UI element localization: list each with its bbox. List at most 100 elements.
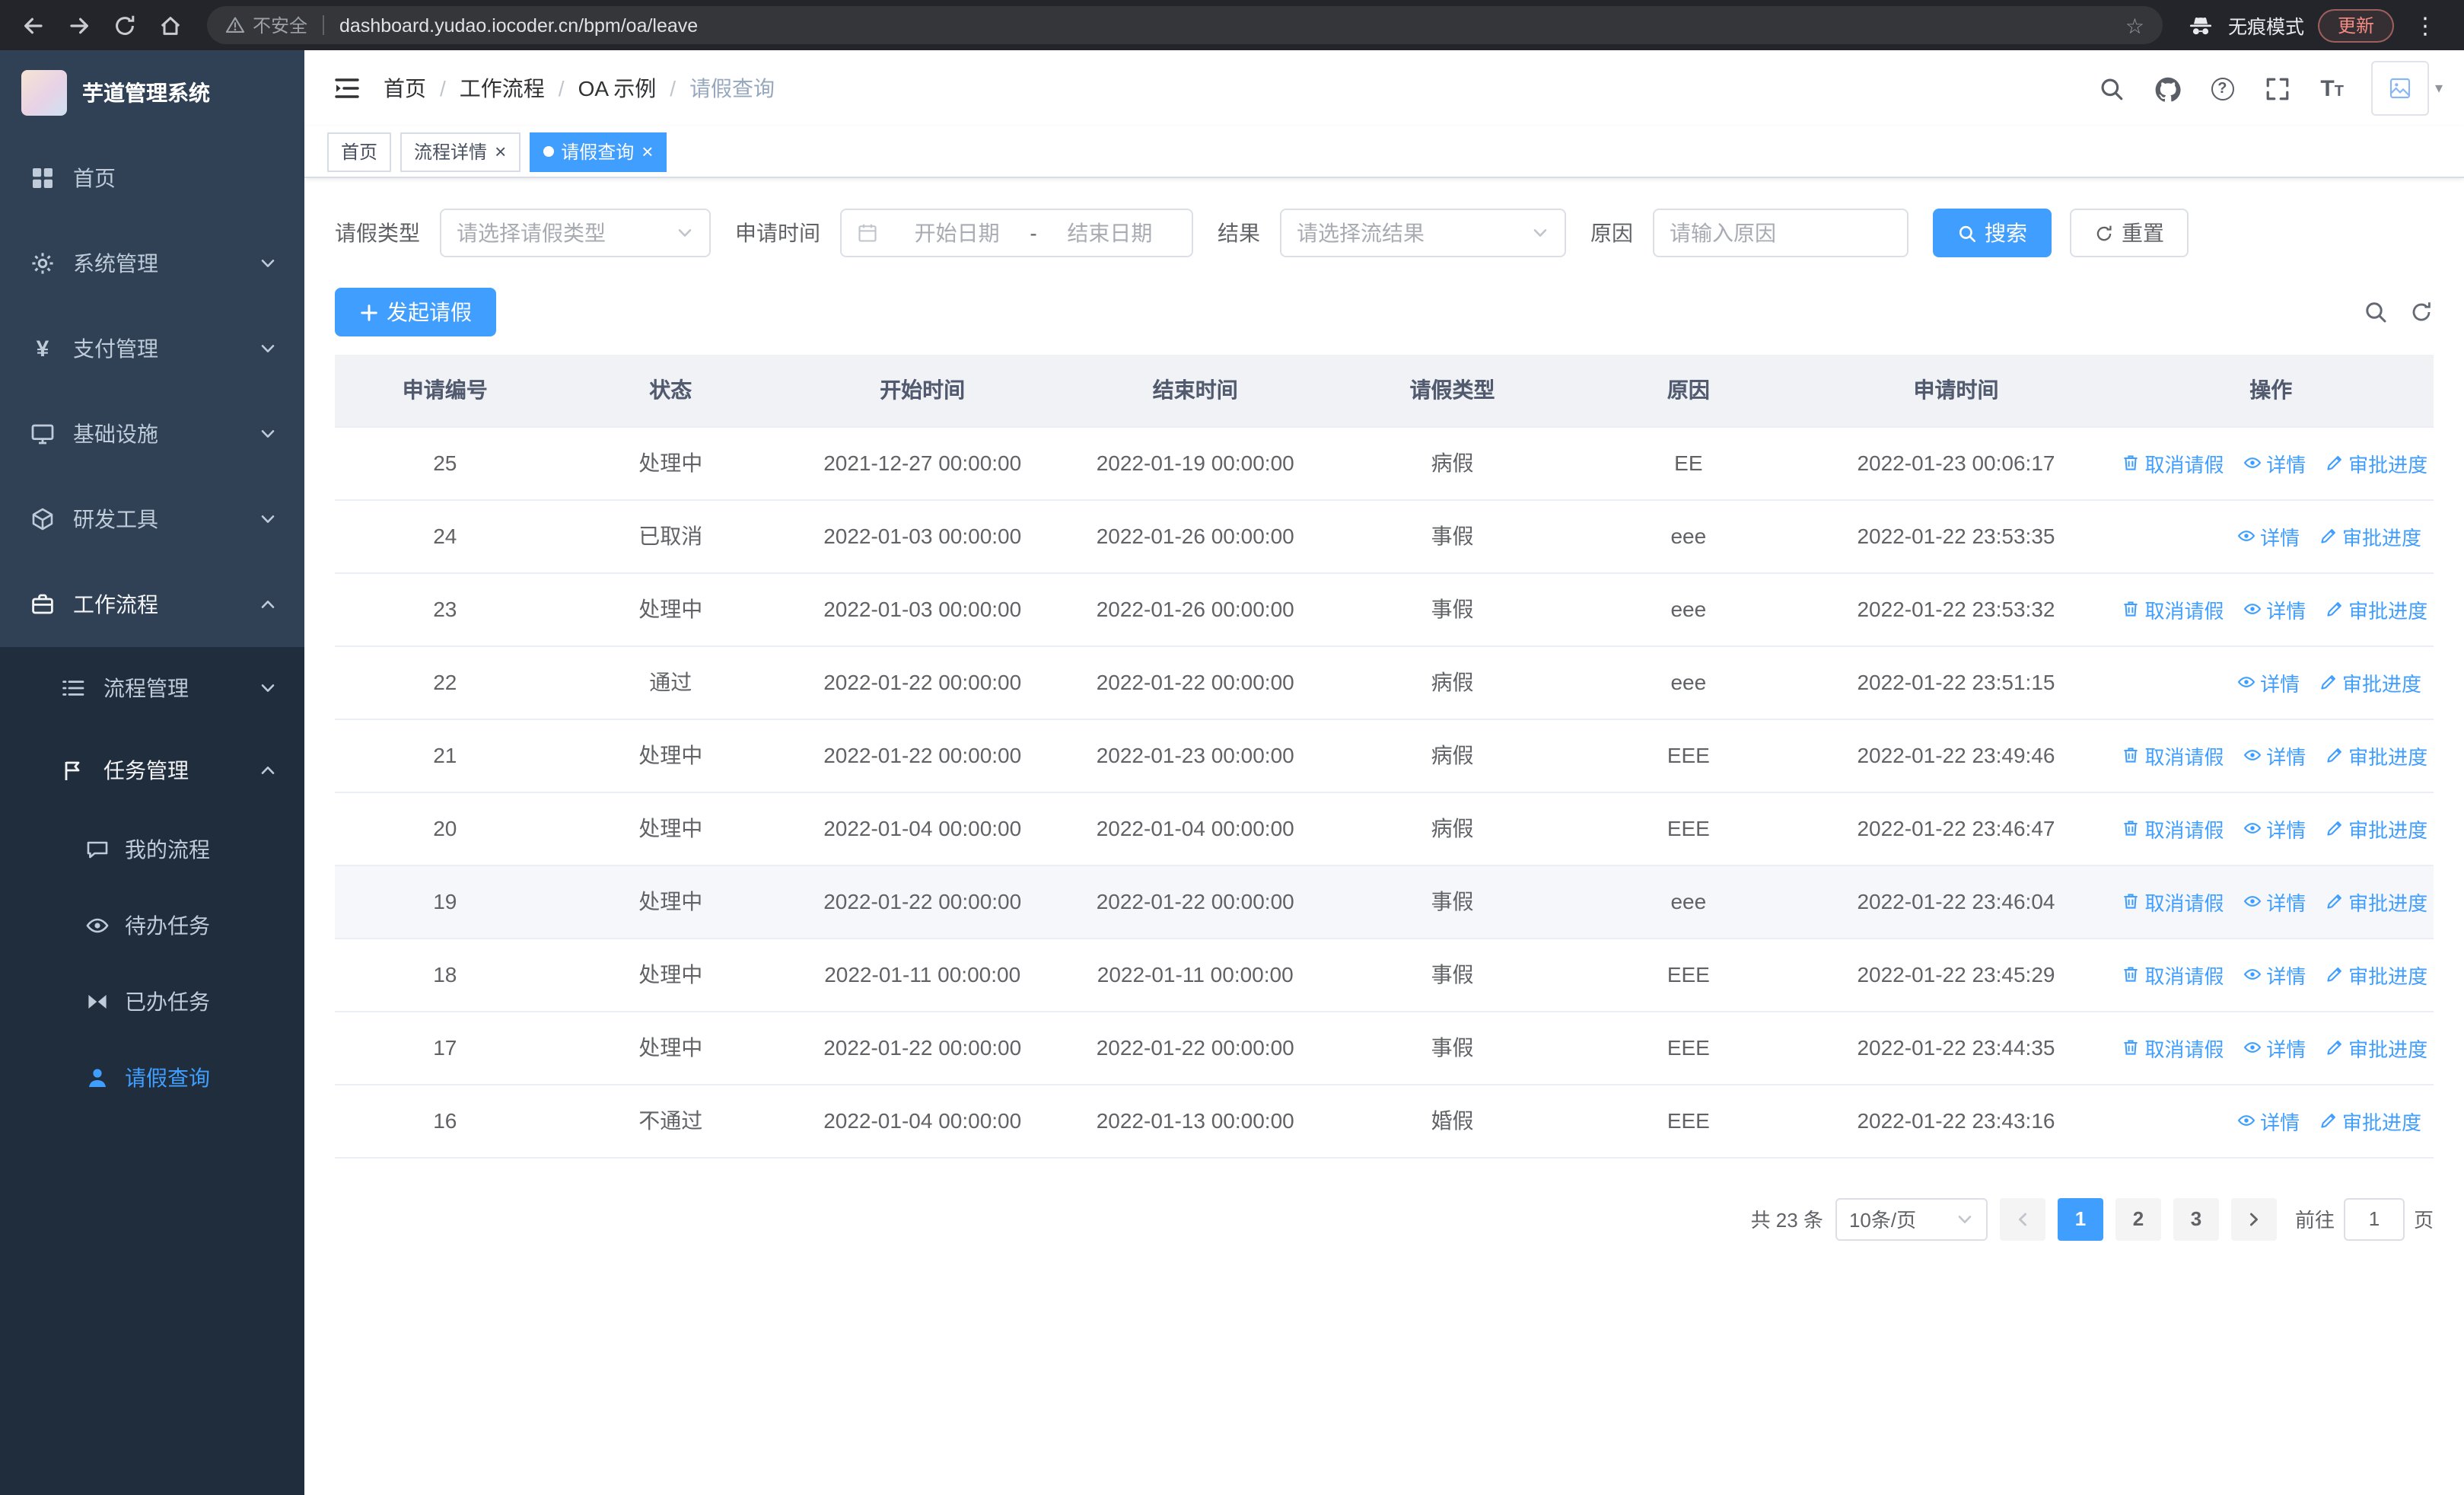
approval-progress-link[interactable]: 审批进度 [2326, 741, 2427, 770]
result-select[interactable]: 请选择流结果 [1280, 209, 1566, 257]
security-warning[interactable]: 不安全 [225, 12, 307, 38]
fullscreen-icon[interactable] [2249, 50, 2305, 126]
tab-home[interactable]: 首页 [327, 132, 392, 171]
avatar-caret-icon[interactable]: ▾ [2435, 80, 2443, 97]
leave-table-body: 25 处理中 2021-12-27 00:00:00 2022-01-19 00… [335, 426, 2434, 1158]
bookmark-star-icon[interactable]: ☆ [2125, 14, 2144, 36]
sidebar-item-process-management[interactable]: 流程管理 [0, 647, 304, 729]
browser-address-bar[interactable]: 不安全 dashboard.yudao.iocoder.cn/bpm/oa/le… [207, 6, 2163, 44]
detail-link[interactable]: 详情 [2243, 1033, 2306, 1062]
breadcrumb-home[interactable]: 首页 [384, 73, 426, 104]
tab-leave-query[interactable]: 请假查询 × [529, 132, 667, 171]
approval-progress-link[interactable]: 审批进度 [2326, 960, 2427, 989]
cancel-leave-link[interactable]: 取消请假 [2122, 594, 2224, 623]
main-area: 首页 / 工作流程 / OA 示例 / 请假查询 ? T T ▾ 首页 流程详情… [304, 50, 2464, 1495]
detail-link[interactable]: 详情 [2243, 594, 2306, 623]
sidebar-item-label: 研发工具 [73, 507, 158, 531]
cell-status: 不通过 [555, 1084, 786, 1158]
screen: 不安全 dashboard.yudao.iocoder.cn/bpm/oa/le… [0, 0, 2464, 1495]
sidebar-item-infrastructure[interactable]: 基础设施 [0, 391, 304, 477]
header-search-icon[interactable] [2083, 50, 2139, 126]
cancel-leave-link[interactable]: 取消请假 [2122, 960, 2224, 989]
approval-progress-link[interactable]: 审批进度 [2326, 887, 2427, 916]
logo[interactable]: 芋道管理系统 [0, 50, 304, 135]
sidebar-item-done-tasks[interactable]: 已办任务 [0, 964, 304, 1040]
page-size-select[interactable]: 10条/页 [1835, 1197, 1988, 1240]
sidebar-item-home[interactable]: 首页 [0, 135, 304, 221]
cell-apply-time: 2022-01-23 00:06:17 [1803, 426, 2109, 500]
approval-progress-link[interactable]: 审批进度 [2326, 1033, 2427, 1062]
sidebar-item-leave-query[interactable]: 请假查询 [0, 1040, 304, 1116]
next-page-button[interactable] [2230, 1197, 2277, 1240]
breadcrumb-oa-example[interactable]: OA 示例 [578, 73, 657, 104]
approval-progress-link[interactable]: 审批进度 [2319, 668, 2421, 696]
column-header: 结束时间 [1059, 355, 1332, 427]
cancel-leave-link[interactable]: 取消请假 [2122, 448, 2224, 477]
sidebar-item-workflow[interactable]: 工作流程 [0, 562, 304, 647]
page-button-3[interactable]: 3 [2173, 1197, 2219, 1240]
detail-link[interactable]: 详情 [2237, 668, 2300, 696]
chevron-down-icon [259, 425, 277, 443]
cell-leave-type: 病假 [1332, 645, 1574, 719]
cell-leave-type: 婚假 [1332, 1084, 1574, 1158]
chevron-down-icon [676, 224, 694, 242]
search-button[interactable]: 搜索 [1933, 209, 2052, 257]
approval-progress-link[interactable]: 审批进度 [2319, 521, 2421, 550]
tab-process-detail[interactable]: 流程详情 × [400, 132, 520, 171]
font-size-icon[interactable]: TT [2305, 50, 2359, 126]
cancel-leave-link[interactable]: 取消请假 [2122, 1033, 2224, 1062]
approval-progress-link[interactable]: 审批进度 [2326, 814, 2427, 843]
sidebar-item-devtools[interactable]: 研发工具 [0, 477, 304, 562]
detail-link[interactable]: 详情 [2243, 887, 2306, 916]
approval-progress-link[interactable]: 审批进度 [2326, 594, 2427, 623]
page-button-1[interactable]: 1 [2057, 1197, 2103, 1240]
table-search-icon[interactable] [2364, 300, 2388, 324]
close-tab-icon[interactable]: × [641, 142, 653, 161]
leave-type-select[interactable]: 请选择请假类型 [440, 209, 711, 257]
approval-progress-link[interactable]: 审批进度 [2326, 448, 2427, 477]
table-refresh-icon[interactable] [2409, 300, 2434, 324]
sidebar-item-pending-tasks[interactable]: 待办任务 [0, 888, 304, 964]
cell-start-time: 2022-01-03 00:00:00 [785, 499, 1059, 573]
breadcrumb-workflow[interactable]: 工作流程 [460, 73, 545, 104]
cell-end-time: 2022-01-22 00:00:00 [1059, 645, 1332, 719]
prev-page-button[interactable] [1999, 1197, 2045, 1240]
cancel-leave-link[interactable]: 取消请假 [2122, 814, 2224, 843]
cancel-leave-link[interactable]: 取消请假 [2122, 741, 2224, 770]
logo-image [21, 70, 67, 116]
cell-status: 处理中 [555, 865, 786, 939]
detail-link[interactable]: 详情 [2243, 960, 2306, 989]
help-icon[interactable]: ? [2195, 50, 2249, 126]
avatar[interactable] [2370, 61, 2429, 116]
cancel-leave-link[interactable]: 取消请假 [2122, 887, 2224, 916]
sidebar-item-task-management[interactable]: 任务管理 [0, 729, 304, 811]
column-header: 请假类型 [1332, 355, 1574, 427]
detail-link[interactable]: 详情 [2243, 741, 2306, 770]
detail-link[interactable]: 详情 [2237, 521, 2300, 550]
browser-menu-icon[interactable]: ⋮ [2408, 11, 2443, 39]
cell-apply-time: 2022-01-22 23:51:15 [1803, 645, 2109, 719]
approval-progress-link[interactable]: 审批进度 [2319, 1106, 2421, 1135]
sidebar-item-my-processes[interactable]: 我的流程 [0, 811, 304, 888]
sidebar-item-system[interactable]: 系统管理 [0, 221, 304, 306]
close-tab-icon[interactable]: × [495, 142, 506, 161]
chevron-down-icon [259, 679, 277, 697]
create-leave-button[interactable]: 发起请假 [335, 288, 496, 336]
detail-link[interactable]: 详情 [2237, 1106, 2300, 1135]
sidebar-item-payment[interactable]: ¥ 支付管理 [0, 306, 304, 391]
browser-back-button[interactable] [12, 4, 55, 46]
detail-link[interactable]: 详情 [2243, 814, 2306, 843]
chevron-down-icon [259, 254, 277, 273]
reset-button[interactable]: 重置 [2070, 209, 2189, 257]
browser-update-button[interactable]: 更新 [2317, 8, 2394, 42]
page-button-2[interactable]: 2 [2115, 1197, 2161, 1240]
github-icon[interactable] [2139, 50, 2195, 126]
browser-refresh-button[interactable] [103, 4, 146, 46]
apply-time-range-picker[interactable]: 开始日期 - 结束日期 [840, 209, 1193, 257]
goto-page-input[interactable] [2343, 1197, 2405, 1240]
sidebar-collapse-icon[interactable] [332, 73, 362, 104]
reason-input[interactable]: 请输入原因 [1653, 209, 1908, 257]
detail-link[interactable]: 详情 [2243, 448, 2306, 477]
browser-forward-button[interactable] [58, 4, 100, 46]
browser-home-button[interactable] [149, 4, 192, 46]
